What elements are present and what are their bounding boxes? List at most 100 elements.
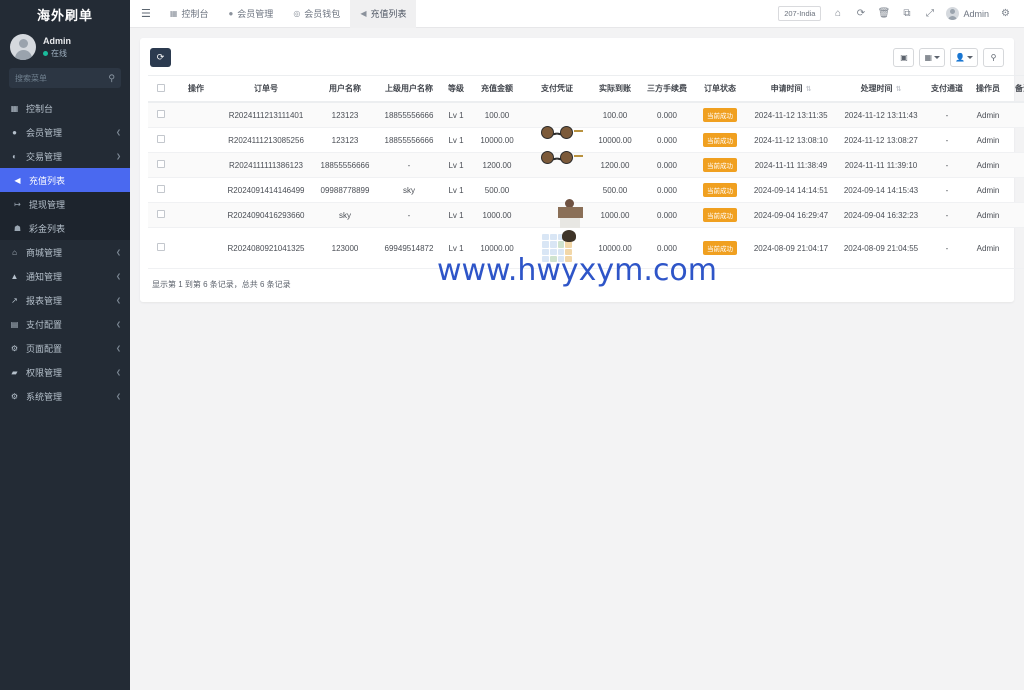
column-header-deal_time[interactable]: 处理时间 ⇅ [836,75,926,103]
row-checkbox-cell[interactable] [148,227,174,269]
sidebar-item-10[interactable]: ⚙ 页面配置 ❮ [0,336,130,360]
cell-received: 1000.00 [590,202,640,228]
sidebar-item-label: 报表管理 [26,295,63,306]
sort-icon[interactable]: ⇅ [896,86,902,93]
column-header-amount: 充值金额 [470,75,524,103]
column-header-operator: 操作员 [968,75,1008,103]
cell-status: 当前成功 [694,102,746,128]
cell-order_no: R2024090416293660 [218,202,314,228]
row-checkbox[interactable] [157,160,165,168]
row-checkbox[interactable] [157,135,165,143]
status-label: 在线 [51,48,67,58]
row-action-cell[interactable] [174,177,218,203]
table-row[interactable]: R2024111213111401 123123 18855556666 Lv 1 10… [148,102,1024,139]
sidebar-user-status: 在线 [43,48,71,59]
row-action-cell[interactable] [174,127,218,153]
fullscreen-icon[interactable]: ⤢ [923,8,936,19]
sidebar-item-1[interactable]: ● 会员管理 ❮ [0,120,130,144]
table-row[interactable]: R2024080921041325 123000 69949514872 Lv 1 10… [148,227,1024,269]
cell-deal_time: 2024-11-12 13:08:27 [836,127,926,153]
cell-username: 18855556666 [314,152,376,178]
shield-icon: ▰ [11,367,18,377]
sidebar-item-7[interactable]: ▲ 通知管理 ❮ [0,264,130,288]
row-action-cell[interactable] [174,202,218,228]
search-input[interactable] [15,73,115,83]
row-checkbox-cell[interactable] [148,102,174,128]
row-checkbox[interactable] [157,210,165,218]
row-checkbox-cell[interactable] [148,127,174,153]
person-filter-button[interactable]: 👤 [950,48,978,67]
cell-status: 当前成功 [694,227,746,269]
cell-parent: - [376,202,442,228]
row-checkbox-cell[interactable] [148,177,174,203]
table-row[interactable]: R2024111213085256 123123 18855556666 Lv 1 10… [148,127,1024,164]
sidebar-item-8[interactable]: ↗ 报表管理 ❮ [0,288,130,312]
sidebar-item-3[interactable]: ◀ 充值列表 [0,168,130,192]
row-action-cell[interactable] [174,227,218,269]
cell-parent: sky [376,177,442,203]
search-button[interactable]: ⚲ [983,48,1004,67]
sidebar-item-6[interactable]: ⌂ 商城管理 ❮ [0,240,130,264]
sidebar-item-label: 系统管理 [26,391,63,402]
column-header-label: 等级 [448,84,464,93]
row-checkbox[interactable] [157,110,165,118]
cell-proof[interactable] [524,102,590,139]
home-icon[interactable]: ⌂ [831,8,844,19]
sort-icon[interactable]: ⇅ [806,86,812,93]
avatar [946,7,960,20]
tab-3[interactable]: ◀ 充值列表 [350,0,417,28]
column-header-remark: 备注 [1008,75,1024,103]
gear-icon[interactable]: ⚙ [999,8,1012,19]
cell-proof[interactable] [524,227,590,269]
sidebar-item-12[interactable]: ⚙ 系统管理 ❮ [0,384,130,408]
sidebar-item-label: 充值列表 [29,175,66,186]
export-button[interactable]: ▣ [893,48,915,67]
row-action-cell[interactable] [174,102,218,128]
refresh-icon[interactable]: ⟳ [854,8,867,19]
cell-order_no: R2024111111386123 [218,152,314,178]
columns-button[interactable]: ▦ [919,48,946,67]
env-badge[interactable]: 207-India [778,6,822,21]
sidebar-user-name: Admin [43,35,71,46]
sidebar-item-4[interactable]: ↦ 提现管理 [0,192,130,216]
top-tabs: ▦ 控制台 ● 会员管理 ◎ 会员钱包 ◀ 充值列表 [160,0,417,28]
copy-icon[interactable]: ⧉ [900,8,913,19]
column-header-apply_time[interactable]: 申请时间 ⇅ [746,75,836,103]
row-checkbox-cell[interactable] [148,152,174,178]
avatar [10,34,36,60]
sidebar-user[interactable]: Admin 在线 [0,28,130,68]
cell-proof[interactable] [524,202,590,228]
tab-2[interactable]: ◎ 会员钱包 [283,0,350,28]
search-icon[interactable]: ⚲ [108,73,115,84]
row-checkbox-cell[interactable] [148,202,174,228]
coin-icon: ◐ [12,151,17,161]
cell-received: 10000.00 [590,127,640,153]
sidebar-item-9[interactable]: ▤ 支付配置 ❮ [0,312,130,336]
hamburger-icon[interactable]: ☰ [138,7,160,20]
table-row[interactable]: R2024091414146499 09988778899 sky Lv 1 500.0… [148,177,1024,203]
cell-received: 100.00 [590,102,640,128]
sidebar-item-11[interactable]: ▰ 权限管理 ❮ [0,360,130,384]
cell-proof[interactable] [524,177,590,203]
topbar-user[interactable]: Admin [946,7,989,20]
cell-amount: 1000.00 [470,202,524,228]
sidebar-item-0[interactable]: ▦ 控制台 [0,96,130,120]
row-action-cell[interactable] [174,152,218,178]
tab-0[interactable]: ▦ 控制台 [160,0,219,28]
cell-channel: - [926,227,968,269]
sidebar-item-5[interactable]: ☗ 彩金列表 [0,216,130,240]
sidebar-item-2[interactable]: ◐ 交易管理 ❯ [0,144,130,168]
cell-status: 当前成功 [694,177,746,203]
table-row[interactable]: R2024111111386123 18855556666- Lv 1 1200.00… [148,152,1024,178]
trash-icon[interactable]: 🗑 [877,8,891,19]
select-all-checkbox[interactable] [157,83,165,92]
tab-1[interactable]: ● 会员管理 [218,0,283,28]
refresh-button[interactable]: ⟳ [150,48,171,67]
row-checkbox[interactable] [157,243,165,251]
chevron-icon: ❮ [115,345,121,352]
row-checkbox[interactable] [157,185,165,193]
cell-username: 123000 [314,227,376,269]
cell-remark [1008,177,1024,203]
table-row[interactable]: R2024090416293660 sky - Lv 1 1000.00 1000.00 0… [148,202,1024,228]
cell-level: Lv 1 [442,202,470,228]
